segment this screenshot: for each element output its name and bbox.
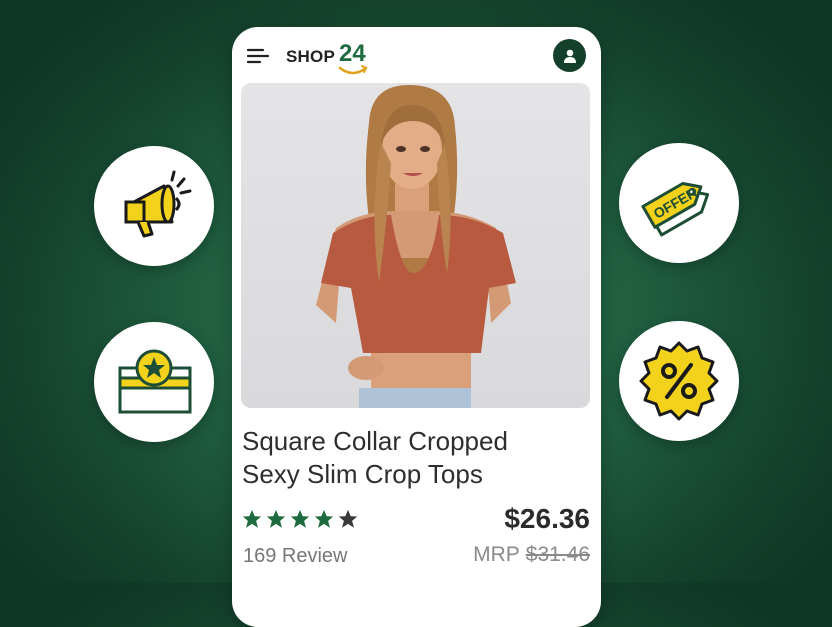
brand-name: SHOP bbox=[286, 47, 335, 66]
smile-swoosh-icon bbox=[338, 65, 368, 75]
product-price: $26.36 bbox=[504, 503, 590, 534]
offer-tag-circle: OFFER bbox=[619, 143, 739, 263]
mrp-price: MRP $31.46 bbox=[473, 543, 590, 567]
product-title-line-1: Square Collar Cropped bbox=[242, 426, 508, 456]
offer-tag-icon: OFFER bbox=[641, 182, 710, 237]
megaphone-icon bbox=[124, 170, 192, 238]
reward-card-circle bbox=[94, 322, 214, 442]
mrp-value: $31.46 bbox=[525, 543, 590, 566]
star-filled-icon bbox=[314, 509, 334, 528]
brand-number: 24 bbox=[339, 40, 366, 67]
model-illustration bbox=[316, 85, 516, 408]
account-avatar[interactable] bbox=[553, 39, 586, 72]
review-count[interactable]: 169 Review bbox=[243, 545, 348, 568]
percent-badge-circle bbox=[619, 321, 739, 441]
star-filled-icon bbox=[242, 509, 262, 528]
product-card: SHOP 24 Square Collar Cropped Sexy Slim … bbox=[232, 27, 601, 627]
star-filled-icon bbox=[266, 509, 286, 528]
product-image[interactable] bbox=[241, 83, 590, 408]
product-title-line-2: Sexy Slim Crop Tops bbox=[242, 459, 483, 489]
star-empty-icon bbox=[338, 509, 358, 528]
hamburger-menu-icon[interactable] bbox=[246, 47, 270, 65]
user-icon bbox=[563, 49, 576, 63]
megaphone-circle bbox=[94, 146, 214, 266]
reward-card-icon bbox=[118, 349, 192, 414]
percent-badge-icon bbox=[639, 341, 719, 421]
rating-stars bbox=[241, 508, 359, 530]
product-title[interactable]: Square Collar Cropped Sexy Slim Crop Top… bbox=[242, 425, 582, 491]
mrp-label: MRP bbox=[473, 543, 520, 566]
star-filled-icon bbox=[290, 509, 310, 528]
